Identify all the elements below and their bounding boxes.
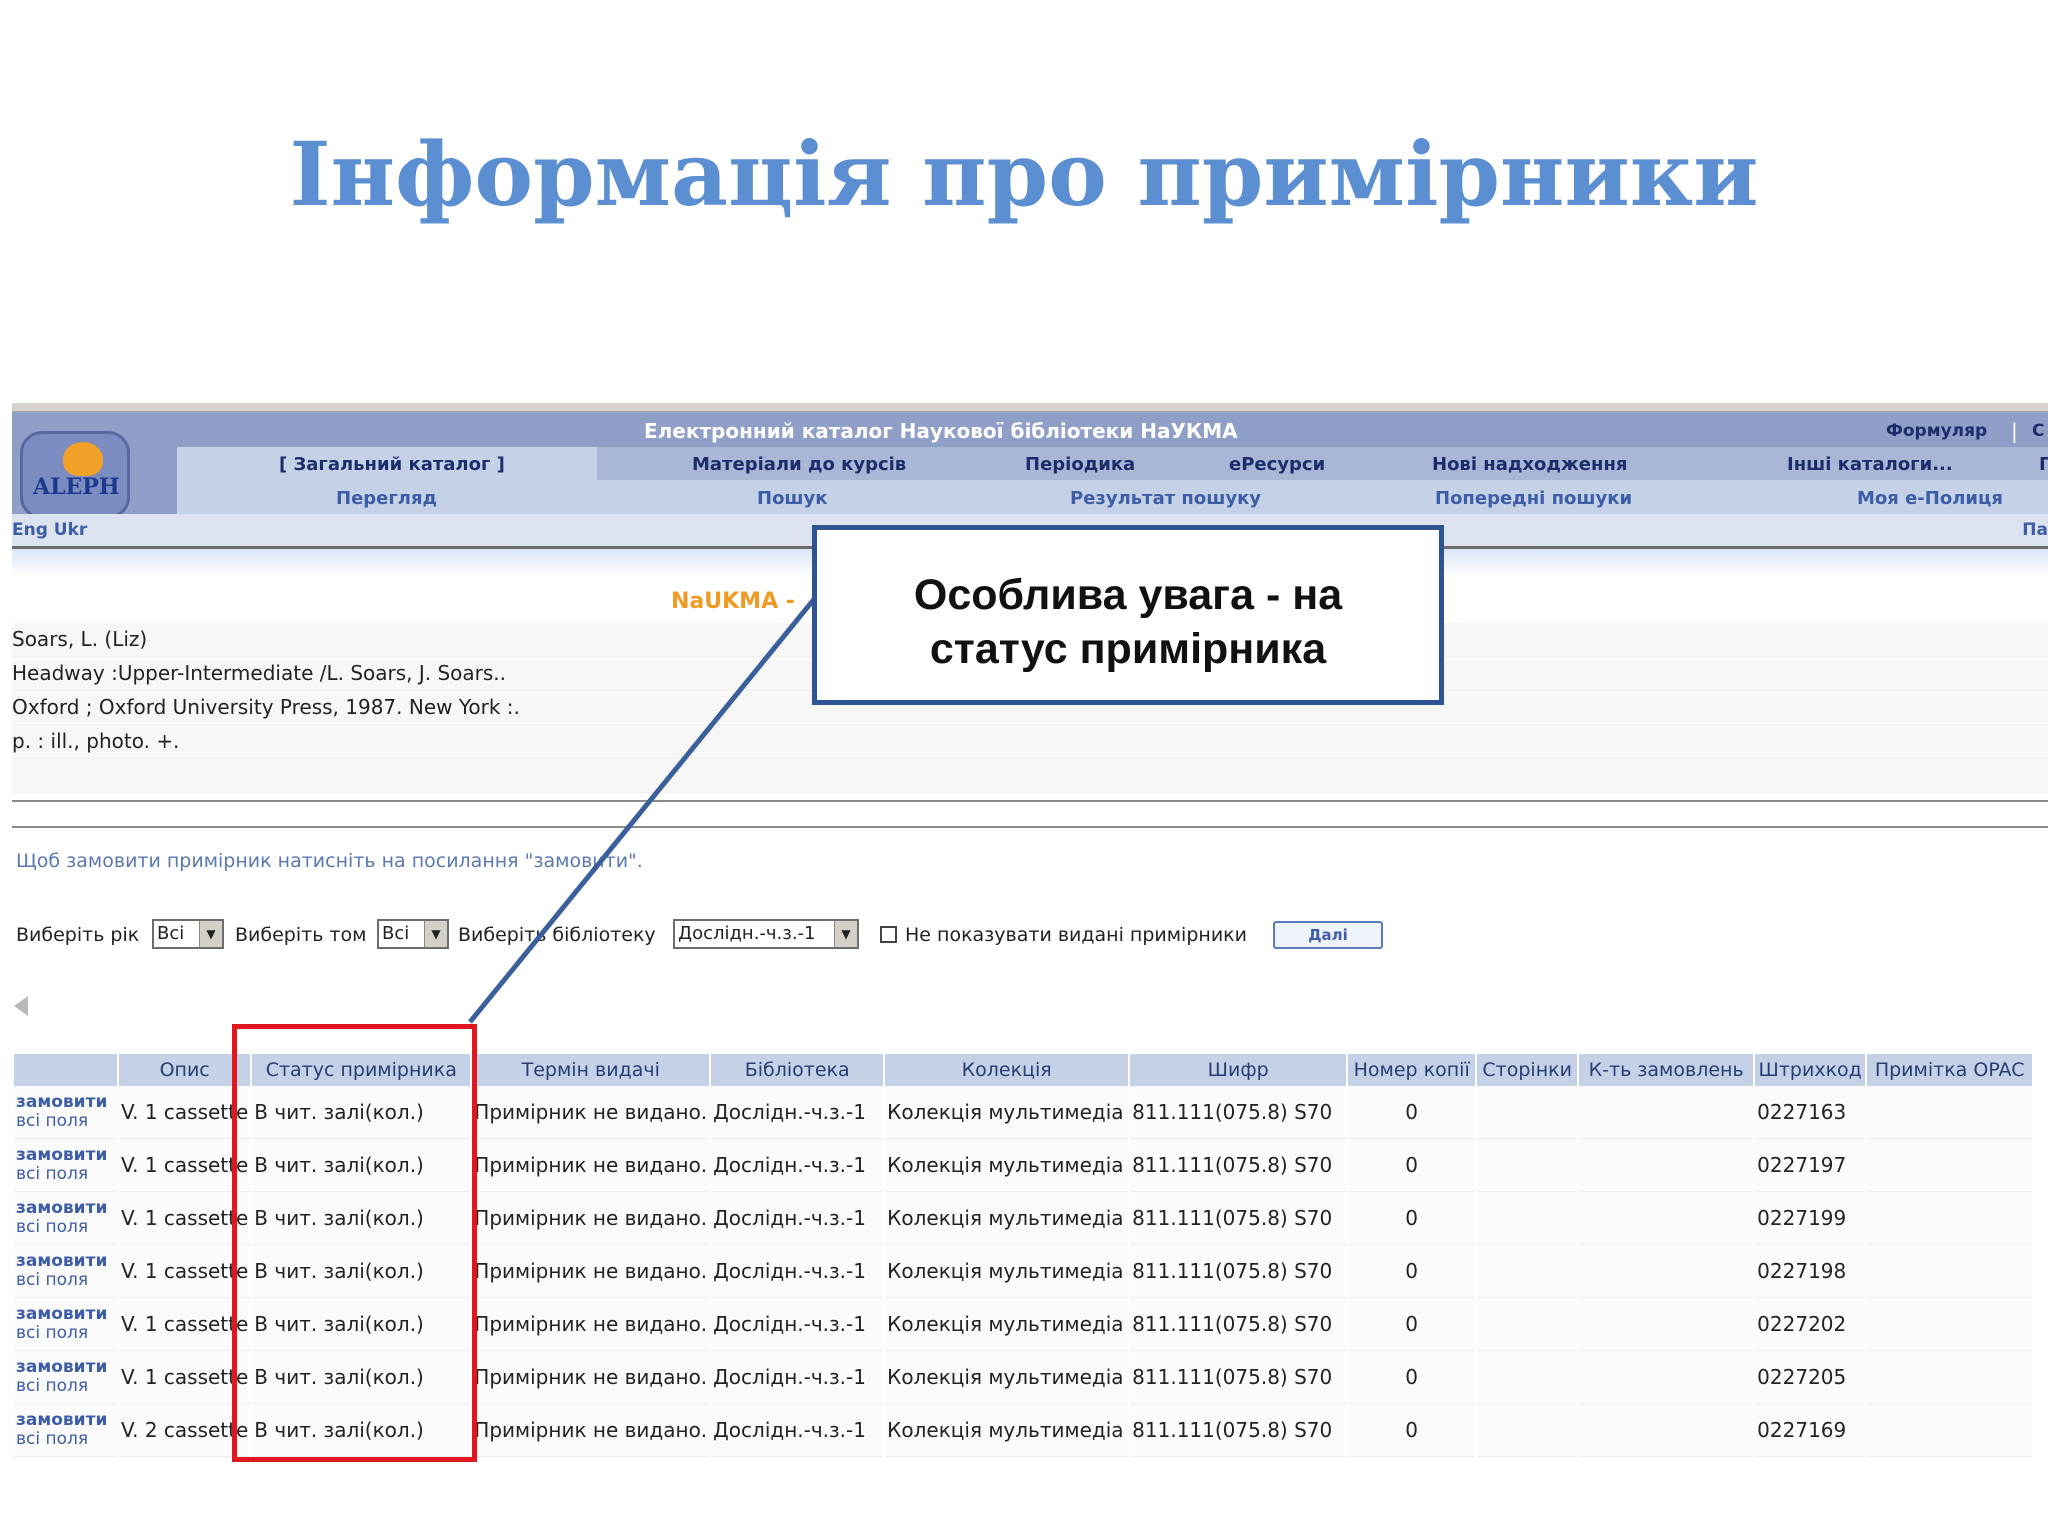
callout-box: Особлива увага - на статус примірника	[812, 525, 1444, 705]
callout-line-1: Особлива увага - на	[913, 571, 1343, 619]
callout-line-2: статус примірника	[929, 625, 1327, 673]
pointer-line	[468, 596, 817, 1024]
callout-pointer	[468, 596, 817, 1024]
